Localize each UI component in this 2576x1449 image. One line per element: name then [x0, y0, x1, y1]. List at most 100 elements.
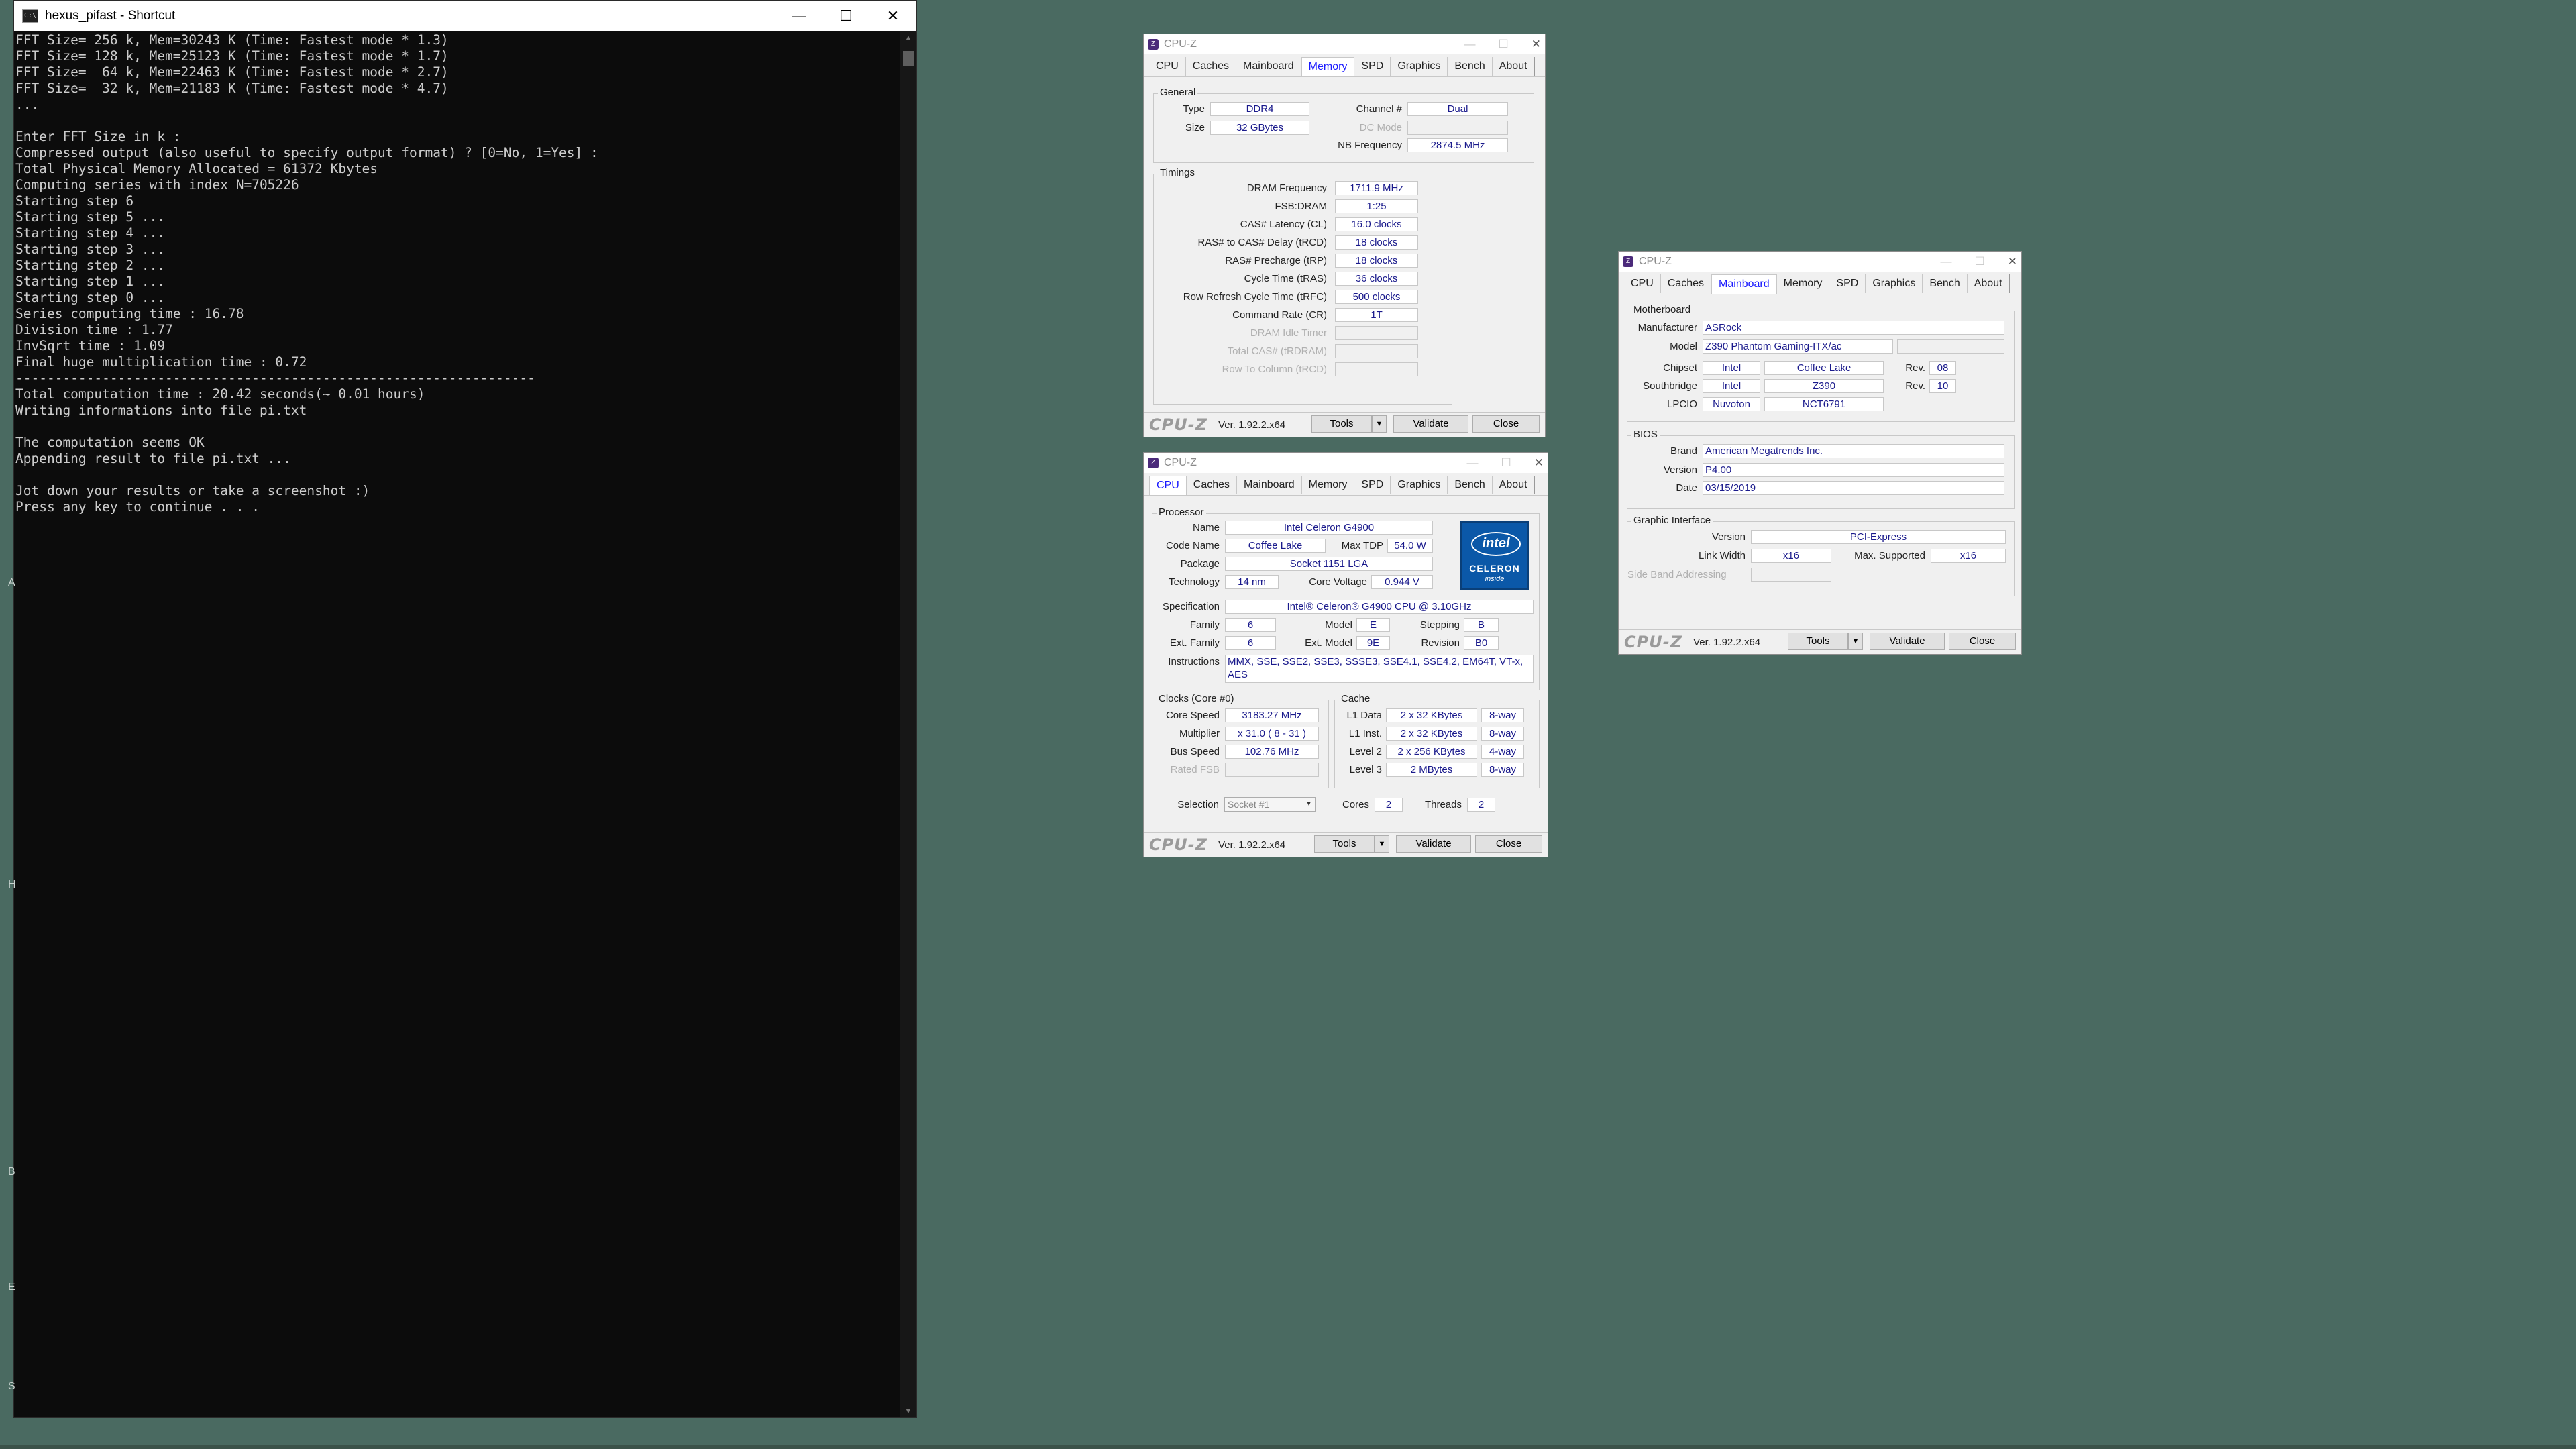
tools-dropdown-arrow-icon[interactable]: ▼ [1848, 633, 1863, 650]
tools-button[interactable]: Tools [1314, 835, 1375, 853]
gi-version-value: PCI-Express [1751, 529, 2006, 544]
tab-cpu[interactable]: CPU [1149, 476, 1187, 495]
bios-date-label: Date [1676, 482, 1697, 494]
maximize-button[interactable]: ☐ [822, 1, 869, 31]
channel-value: Dual [1407, 101, 1508, 116]
tab-graphics[interactable]: Graphics [1866, 274, 1923, 293]
timings-group: Timings DRAM Frequency 1711.9 MHz FSB:DRAM… [1153, 167, 1452, 405]
tab-spd[interactable]: SPD [1829, 274, 1866, 293]
model-value: E [1356, 617, 1390, 632]
close-icon[interactable]: ✕ [1532, 38, 1541, 51]
tab-mainboard[interactable]: Mainboard [1237, 476, 1302, 494]
tab-cpu[interactable]: CPU [1624, 274, 1661, 293]
console-titlebar[interactable]: C:\ hexus_pifast - Shortcut — ☐ ✕ [14, 1, 916, 31]
console-line: Starting step 6 [15, 193, 134, 209]
console-line: The computation seems OK [15, 435, 205, 450]
close-button[interactable]: Close [1475, 835, 1542, 853]
validate-button[interactable]: Validate [1393, 415, 1468, 433]
tab-cpu[interactable]: CPU [1149, 57, 1186, 76]
tools-dropdown-arrow-icon[interactable]: ▼ [1372, 415, 1387, 433]
tools-button[interactable]: Tools [1311, 415, 1372, 433]
max-supported-label: Max. Supported [1854, 549, 1925, 561]
tab-about[interactable]: About [1968, 274, 2010, 293]
cpuz-memory-window[interactable]: Z CPU-Z — ☐ ✕ CPU Caches Mainboard Memory SPD G… [1143, 34, 1546, 437]
close-button[interactable]: ✕ [869, 1, 916, 31]
tab-memory[interactable]: Memory [1302, 476, 1355, 494]
tab-graphics[interactable]: Graphics [1391, 57, 1448, 76]
scroll-down-arrow-icon[interactable]: ▼ [900, 1404, 916, 1417]
cpuz-cpu-window[interactable]: Z CPU-Z — ☐ ✕ CPU Caches Mainboard Memory SPD G… [1143, 452, 1548, 857]
close-button[interactable]: Close [1472, 415, 1540, 433]
cpuz-mainboard-window[interactable]: Z CPU-Z — ☐ ✕ CPU Caches Mainboard Memory SPD G… [1618, 251, 2022, 655]
group-legend: Timings [1158, 167, 1197, 178]
console-line: Press any key to continue . . . [15, 499, 260, 515]
console-output[interactable]: FFT Size= 256 k, Mem=30243 K (Time: Fast… [14, 31, 899, 1417]
timing-value: 1:25 [1335, 199, 1418, 213]
tab-spd[interactable]: SPD [1354, 476, 1391, 494]
maximize-icon[interactable]: ☐ [1501, 456, 1511, 470]
tab-memory[interactable]: Memory [1777, 274, 1830, 293]
cpuz-titlebar[interactable]: Z CPU-Z — ☐ ✕ [1144, 34, 1545, 54]
specification-label: Specification [1162, 600, 1220, 612]
tab-graphics[interactable]: Graphics [1391, 476, 1448, 494]
validate-button[interactable]: Validate [1870, 633, 1945, 650]
maximize-icon[interactable]: ☐ [1975, 255, 1985, 268]
socket-select[interactable]: Socket #1 ▼ [1224, 797, 1316, 812]
ext-family-label: Ext. Family [1169, 637, 1220, 649]
tab-bench[interactable]: Bench [1448, 476, 1493, 494]
max-tdp-value: 54.0 W [1387, 538, 1433, 553]
version-text: Ver. 1.92.2.x64 [1218, 839, 1286, 851]
tab-bench[interactable]: Bench [1448, 57, 1493, 76]
cpuz-titlebar[interactable]: Z CPU-Z — ☐ ✕ [1144, 453, 1548, 473]
stepping-label: Stepping [1419, 619, 1460, 631]
maximize-icon[interactable]: ☐ [1499, 38, 1509, 51]
tab-mainboard[interactable]: Mainboard [1236, 57, 1301, 76]
southbridge-rev-label: Rev. [1905, 380, 1925, 392]
scroll-up-arrow-icon[interactable]: ▲ [900, 31, 916, 44]
scroll-thumb[interactable] [903, 51, 914, 66]
cores-label: Cores [1342, 798, 1369, 810]
tab-spd[interactable]: SPD [1354, 57, 1391, 76]
tab-caches[interactable]: Caches [1187, 476, 1238, 494]
console-scrollbar[interactable]: ▲ ▼ [900, 31, 916, 1417]
close-icon[interactable]: ✕ [2008, 255, 2017, 268]
edge-mark: E [8, 1281, 15, 1293]
tools-dropdown-arrow-icon[interactable]: ▼ [1375, 835, 1389, 853]
tab-mainboard[interactable]: Mainboard [1711, 274, 1777, 294]
tools-button[interactable]: Tools [1788, 633, 1848, 650]
console-line: Final huge multiplication time : 0.72 [15, 354, 307, 370]
close-button[interactable]: Close [1949, 633, 2016, 650]
cpuz-titlebar[interactable]: Z CPU-Z — ☐ ✕ [1619, 252, 2021, 272]
side-band-label: Side Band Addressing [1627, 568, 1727, 580]
minimize-icon[interactable]: — [1941, 255, 1952, 268]
version-text: Ver. 1.92.2.x64 [1218, 419, 1286, 431]
console-line: InvSqrt time : 1.09 [15, 338, 166, 354]
timing-row: DRAM Idle Timer [1154, 325, 1418, 341]
package-value: Socket 1151 LGA [1225, 556, 1433, 571]
console-window[interactable]: C:\ hexus_pifast - Shortcut — ☐ ✕ FFT Si… [13, 0, 917, 1418]
cores-value: 2 [1375, 797, 1403, 812]
timing-value: 500 clocks [1335, 289, 1418, 304]
general-group: General Type DDR4 Size 32 GBytes Channel #… [1153, 87, 1534, 163]
logo-tag: inside [1485, 575, 1505, 583]
tab-memory[interactable]: Memory [1301, 57, 1355, 76]
timing-row: Cycle Time (tRAS) 36 clocks [1154, 270, 1418, 286]
console-line: Total Physical Memory Allocated = 61372 … [15, 161, 378, 176]
name-value: Intel Celeron G4900 [1225, 520, 1433, 535]
minimize-icon[interactable]: — [1467, 456, 1479, 470]
console-line: FFT Size= 64 k, Mem=22463 K (Time: Faste… [15, 64, 449, 80]
close-icon[interactable]: ✕ [1534, 456, 1544, 470]
tab-caches[interactable]: Caches [1186, 57, 1237, 76]
tab-bench[interactable]: Bench [1923, 274, 1968, 293]
tab-caches[interactable]: Caches [1661, 274, 1712, 293]
taskbar-strip [0, 1445, 2576, 1449]
tab-about[interactable]: About [1493, 476, 1535, 494]
tab-about[interactable]: About [1493, 57, 1535, 76]
minimize-icon[interactable]: — [1464, 38, 1476, 51]
cache-size-value: 2 x 256 KBytes [1386, 744, 1477, 759]
validate-button[interactable]: Validate [1396, 835, 1471, 853]
motherboard-group: Motherboard Manufacturer ASRock Model Z390… [1627, 304, 2015, 422]
minimize-button[interactable]: — [775, 1, 822, 31]
package-label: Package [1180, 557, 1220, 570]
